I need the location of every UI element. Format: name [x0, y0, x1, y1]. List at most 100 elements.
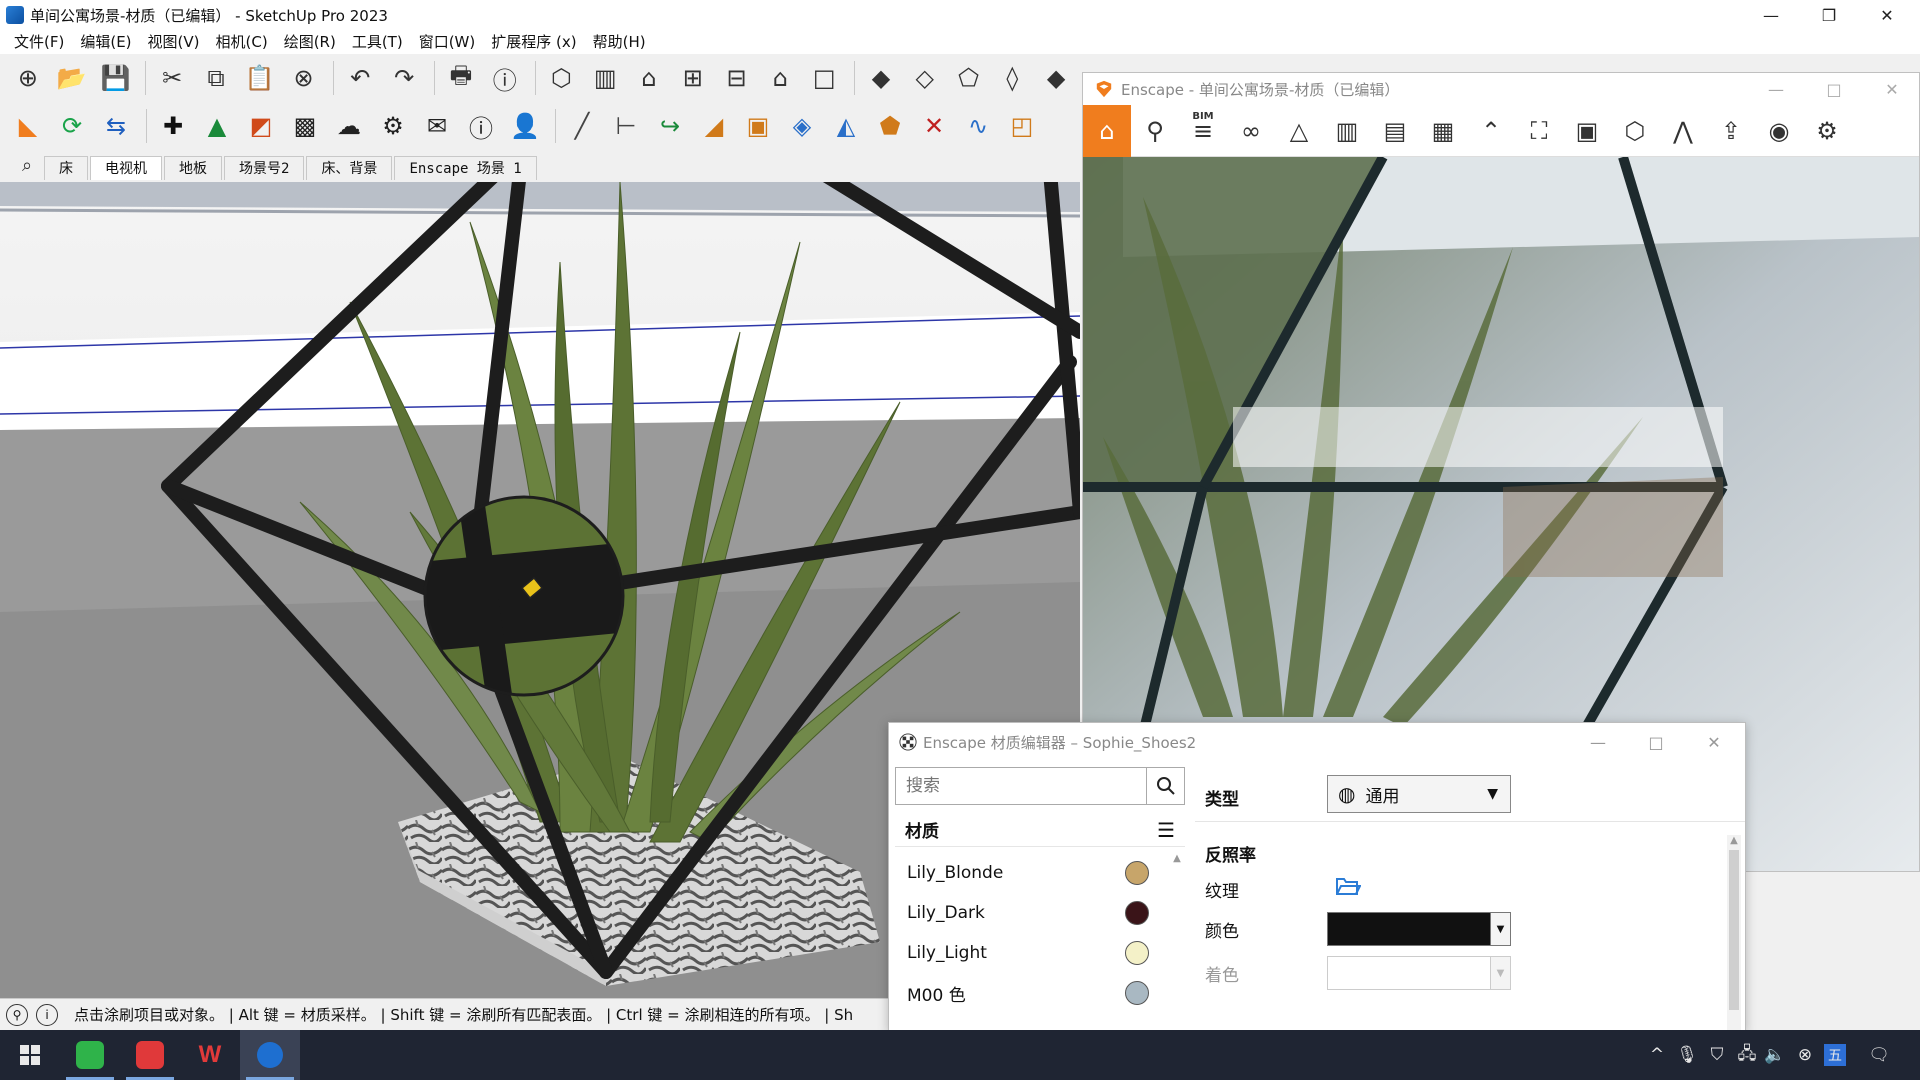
- save-icon[interactable]: 💾: [96, 58, 136, 98]
- vr-icon[interactable]: ⋀: [1659, 105, 1707, 157]
- model-info-icon[interactable]: ⓘ: [485, 58, 525, 98]
- right-view-icon[interactable]: ⊞: [673, 58, 713, 98]
- bim-icon[interactable]: ≡ BIM: [1179, 105, 1227, 157]
- xray-icon[interactable]: ◆: [861, 58, 901, 98]
- me-maximize-button[interactable]: □: [1627, 723, 1685, 761]
- enscape-close-button[interactable]: ✕: [1863, 73, 1919, 105]
- menu-camera[interactable]: 相机(C): [208, 30, 276, 54]
- add-icon[interactable]: ✚: [153, 106, 193, 146]
- tray-chevron-icon[interactable]: ^: [1642, 1030, 1672, 1080]
- move-icon[interactable]: ◭: [826, 106, 866, 146]
- material-search-input[interactable]: [896, 768, 1146, 804]
- dimension-icon[interactable]: ⊢: [606, 106, 646, 146]
- chevron-down-icon[interactable]: ▼: [1490, 957, 1510, 989]
- cut-icon[interactable]: ✂: [152, 58, 192, 98]
- network-icon[interactable]: 🖧: [1732, 1030, 1762, 1080]
- material-list-scrollbar[interactable]: ▲: [1171, 853, 1183, 1031]
- menu-window[interactable]: 窗口(W): [411, 30, 484, 54]
- iso-view-icon[interactable]: ⬡: [542, 58, 582, 98]
- close-circle-icon[interactable]: ⊗: [1790, 1030, 1820, 1080]
- location-icon[interactable]: ⚲: [1131, 105, 1179, 157]
- section-icon[interactable]: ◰: [1002, 106, 1042, 146]
- new-icon[interactable]: ⊕: [8, 58, 48, 98]
- chevron-down-icon[interactable]: ▼: [1490, 913, 1510, 945]
- line-icon[interactable]: ╱: [562, 106, 602, 146]
- tint-picker[interactable]: ▼: [1327, 956, 1511, 990]
- follow-me-icon[interactable]: ↪: [650, 106, 690, 146]
- eye-icon[interactable]: ◉: [1755, 105, 1803, 157]
- bottom-view-icon[interactable]: □: [804, 58, 844, 98]
- ime-icon[interactable]: 五: [1824, 1044, 1846, 1066]
- shaded-icon[interactable]: ◆: [1036, 58, 1076, 98]
- tree-icon[interactable]: ▲: [197, 106, 237, 146]
- chart-icon[interactable]: ◩: [241, 106, 281, 146]
- chevron-up-icon[interactable]: ⌃: [1467, 105, 1515, 157]
- menu-file[interactable]: 文件(F): [6, 30, 72, 54]
- intersect-icon[interactable]: ✕: [914, 106, 954, 146]
- taskbar-app-recorder[interactable]: [120, 1030, 180, 1080]
- scene-tab[interactable]: Enscape 场景 1: [394, 156, 537, 180]
- menu-help[interactable]: 帮助(H): [585, 30, 654, 54]
- wireframe-icon[interactable]: ⬠: [949, 58, 989, 98]
- curve-icon[interactable]: ∿: [958, 106, 998, 146]
- type-select[interactable]: ◍ 通用 ▼: [1327, 775, 1511, 813]
- hiddenline-icon[interactable]: ◊: [992, 58, 1032, 98]
- search-icon[interactable]: ⌕: [10, 150, 44, 180]
- me-close-button[interactable]: ✕: [1685, 723, 1743, 761]
- hamburger-menu-icon[interactable]: ☰: [1157, 818, 1175, 842]
- taskbar-app-camtasia[interactable]: [60, 1030, 120, 1080]
- menu-tools[interactable]: 工具(T): [344, 30, 411, 54]
- taskbar-app-sketchup[interactable]: [240, 1030, 300, 1080]
- settings-icon[interactable]: ⚙: [373, 106, 413, 146]
- tint-swatch[interactable]: [1328, 957, 1490, 989]
- erase-icon[interactable]: ⊗: [284, 58, 324, 98]
- copy-icon[interactable]: ⧉: [196, 58, 236, 98]
- folder-icon[interactable]: [1335, 875, 1362, 901]
- pushpull-icon[interactable]: ◈: [782, 106, 822, 146]
- scroll-up-icon[interactable]: ▲: [1171, 853, 1183, 864]
- cube-icon[interactable]: ⬡: [1611, 105, 1659, 157]
- buildings-icon[interactable]: ▥: [1323, 105, 1371, 157]
- scene-tab[interactable]: 场景号2: [224, 156, 305, 180]
- taskbar-app-wps[interactable]: W: [180, 1030, 240, 1080]
- notification-icon[interactable]: 🗨: [1864, 1030, 1894, 1080]
- panorama-icon[interactable]: ▣: [1563, 105, 1611, 157]
- mail-icon[interactable]: ✉: [417, 106, 457, 146]
- menu-draw[interactable]: 绘图(R): [276, 30, 344, 54]
- enscape-sync-icon[interactable]: ⟳: [52, 106, 92, 146]
- user-icon[interactable]: 👤: [505, 106, 545, 146]
- clapper-icon[interactable]: ▤: [1371, 105, 1419, 157]
- color-picker[interactable]: ▼: [1327, 912, 1511, 946]
- shield-icon[interactable]: ⛉: [1702, 1030, 1732, 1080]
- visual-settings-icon[interactable]: △: [1275, 105, 1323, 157]
- upload-icon[interactable]: ☁: [329, 106, 369, 146]
- material-list-item[interactable]: M00 色: [895, 973, 1185, 1013]
- menu-view[interactable]: 视图(V): [140, 30, 208, 54]
- scene-tab-active[interactable]: 电视机: [90, 156, 162, 180]
- scroll-thumb[interactable]: [1729, 850, 1739, 1010]
- backedges-icon[interactable]: ◇: [905, 58, 945, 98]
- open-icon[interactable]: 📂: [52, 58, 92, 98]
- material-icon[interactable]: ▣: [738, 106, 778, 146]
- back-view-icon[interactable]: ⊟: [717, 58, 757, 98]
- close-button[interactable]: ✕: [1858, 0, 1916, 30]
- restore-button[interactable]: ❐: [1800, 0, 1858, 30]
- search-button[interactable]: [1146, 768, 1184, 804]
- minimize-button[interactable]: —: [1742, 0, 1800, 30]
- enscape-minimize-button[interactable]: —: [1747, 73, 1805, 105]
- volume-icon[interactable]: 🔈: [1760, 1030, 1790, 1080]
- left-view-icon[interactable]: ⌂: [761, 58, 801, 98]
- menu-extensions[interactable]: 扩展程序 (x): [483, 30, 584, 54]
- render-icon[interactable]: ▦: [1419, 105, 1467, 157]
- scroll-up-icon[interactable]: ▲: [1727, 835, 1741, 846]
- paint-bucket-icon[interactable]: ◢: [694, 106, 734, 146]
- info-icon[interactable]: ⓘ: [461, 106, 501, 146]
- properties-scrollbar[interactable]: ▲: [1727, 835, 1741, 1031]
- paste-icon[interactable]: 📋: [240, 58, 280, 98]
- front-view-icon[interactable]: ⌂: [629, 58, 669, 98]
- microphone-icon[interactable]: 🎙: [1672, 1030, 1702, 1080]
- color-swatch[interactable]: [1328, 913, 1490, 945]
- gear-icon[interactable]: ⚙: [1803, 105, 1851, 157]
- start-button[interactable]: [0, 1030, 60, 1080]
- redo-icon[interactable]: ↷: [384, 58, 424, 98]
